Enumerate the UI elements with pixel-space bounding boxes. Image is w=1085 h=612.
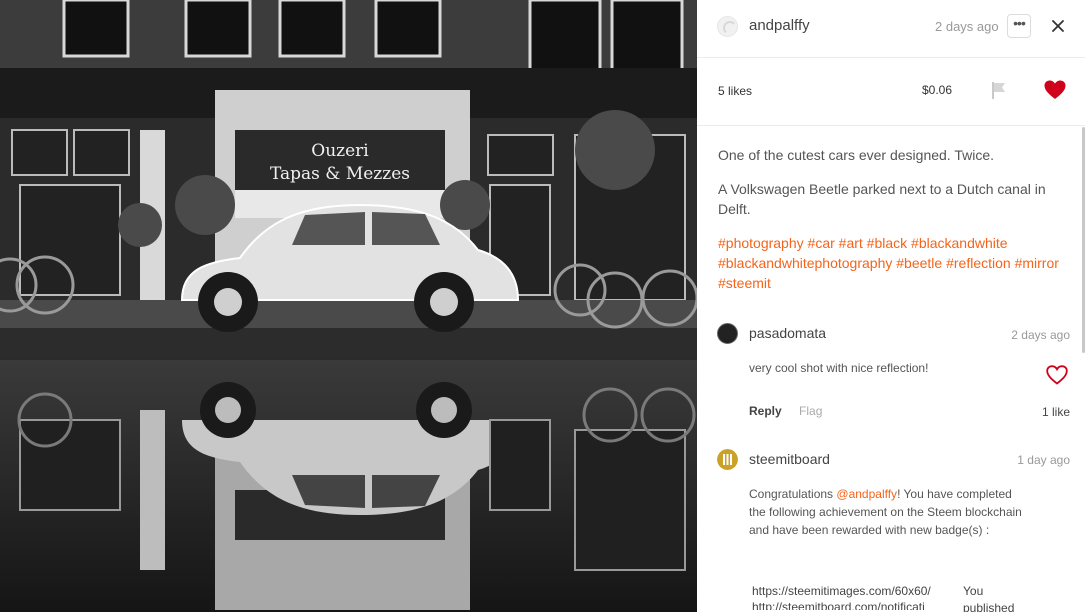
achievement-text-1: You — [963, 584, 984, 598]
tag-link[interactable]: #blackandwhite — [911, 235, 1008, 251]
comment-text: very cool shot with nice reflection! — [749, 361, 929, 375]
likes-count[interactable]: 5 likes — [718, 84, 752, 98]
tag-link[interactable]: #reflection — [946, 255, 1011, 271]
flag-button[interactable]: Flag — [799, 404, 822, 418]
comment-author[interactable]: pasadomata — [749, 325, 826, 341]
comment-author[interactable]: steemitboard — [749, 451, 830, 467]
reply-button[interactable]: Reply — [749, 404, 782, 418]
comment-actions: Reply Flag — [749, 404, 822, 418]
steemitboard-avatar[interactable] — [717, 449, 738, 470]
post-content-scroll[interactable]: One of the cutest cars ever designed. Tw… — [697, 127, 1085, 612]
post-header: andpalffy 2 days ago ••• — [697, 0, 1085, 58]
post-detail-panel: andpalffy 2 days ago ••• 5 likes $0.06 O… — [697, 0, 1085, 612]
author-name[interactable]: andpalffy — [749, 17, 810, 34]
like-heart-icon[interactable] — [1043, 78, 1067, 102]
tag-link[interactable]: #mirror — [1015, 255, 1059, 271]
author-avatar[interactable] — [717, 16, 738, 37]
photo-canvas: Ouzeri Tapas & Mezzes — [0, 0, 697, 612]
post-paragraph-1: One of the cutest cars ever designed. Tw… — [718, 147, 995, 163]
post-time: 2 days ago — [935, 19, 999, 34]
comment-item: steemitboard 1 day ago Congratulations @… — [697, 445, 1085, 612]
sign-line1: Ouzeri — [311, 141, 369, 161]
post-stats-bar: 5 likes $0.06 — [697, 58, 1085, 126]
tag-link[interactable]: #art — [839, 235, 863, 251]
comment-like-heart-icon[interactable] — [1045, 363, 1069, 387]
user-mention-link[interactable]: @andpalffy — [836, 487, 897, 501]
achievement-text-2: published — [963, 601, 1015, 612]
sign-line2: Tapas & Mezzes — [270, 164, 410, 184]
tag-link[interactable]: #car — [808, 235, 835, 251]
payout-amount[interactable]: $0.06 — [922, 83, 952, 97]
badge-image-url[interactable]: https://steemitimages.com/60x60/ — [752, 584, 931, 598]
tag-link[interactable]: #beetle — [896, 255, 942, 271]
comment-time: 1 day ago — [1017, 453, 1070, 467]
comment-item: pasadomata 2 days ago very cool shot wit… — [697, 320, 1085, 430]
tag-link[interactable]: #steemit — [718, 275, 771, 291]
close-icon[interactable] — [1047, 14, 1069, 38]
more-options-button[interactable]: ••• — [1007, 14, 1031, 38]
comment-text: Congratulations @andpalffy! You have com… — [749, 485, 1029, 539]
post-photo[interactable]: Ouzeri Tapas & Mezzes — [0, 0, 697, 612]
notification-url[interactable]: http://steemitboard.com/notificati — [752, 600, 957, 610]
comment-likes-count[interactable]: 1 like — [1042, 405, 1070, 419]
post-paragraph-2: A Volkswagen Beetle parked next to a Dut… — [718, 181, 1046, 217]
post-tags: #photography #car #art #black #blackandw… — [718, 233, 1068, 293]
comment-text-start: Congratulations — [749, 487, 837, 501]
comment-time: 2 days ago — [1011, 328, 1070, 342]
commenter-avatar[interactable] — [717, 323, 738, 344]
tag-link[interactable]: #blackandwhitephotography — [718, 255, 892, 271]
tag-link[interactable]: #black — [867, 235, 907, 251]
flag-icon[interactable] — [990, 80, 1008, 100]
tag-link[interactable]: #photography — [718, 235, 804, 251]
